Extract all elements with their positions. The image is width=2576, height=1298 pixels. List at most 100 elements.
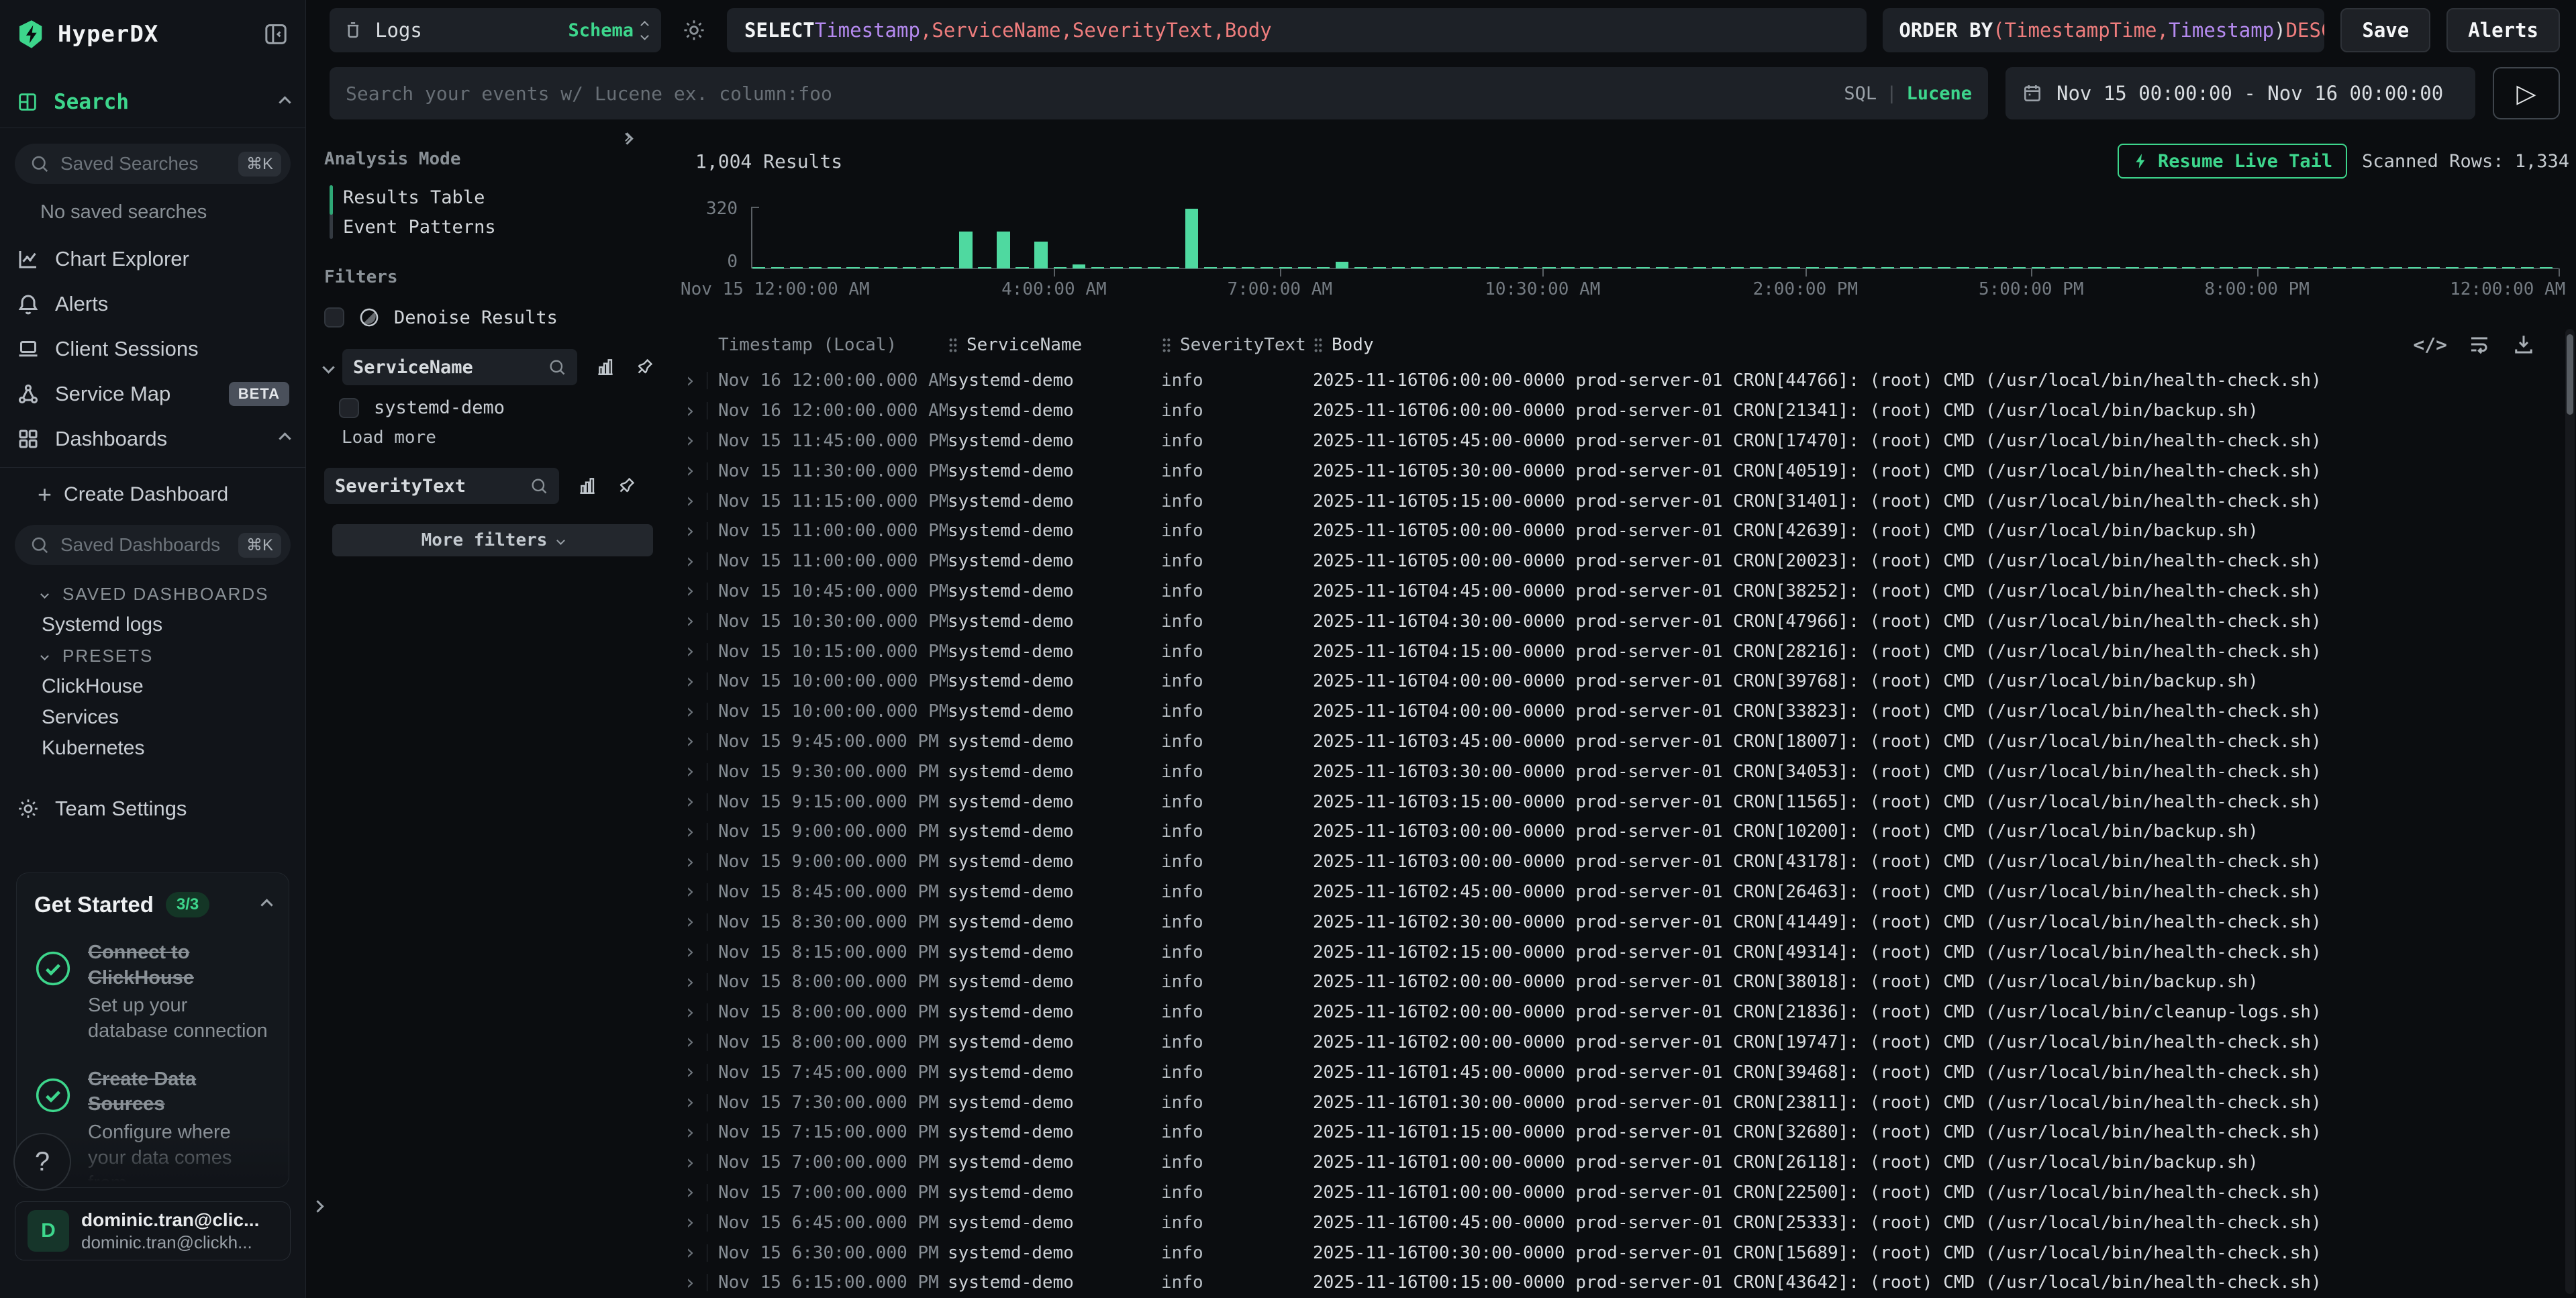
- column-header-timestamp[interactable]: Timestamp (Local): [718, 335, 948, 355]
- histogram-bar[interactable]: [1731, 267, 1744, 269]
- expand-row-icon[interactable]: ›: [684, 1271, 696, 1295]
- histogram-bar[interactable]: [2126, 267, 2138, 269]
- scrollbar-track[interactable]: [2565, 329, 2575, 1294]
- bar-chart-icon[interactable]: [595, 356, 616, 378]
- log-row[interactable]: ›Nov 15 6:45:00.000 PMsystemd-demoinfo20…: [672, 1207, 2565, 1238]
- sql-select-input[interactable]: SELECT Timestamp,ServiceName,SeverityTex…: [727, 8, 1867, 52]
- expand-row-icon[interactable]: ›: [684, 1211, 696, 1234]
- expand-row-icon[interactable]: ›: [684, 640, 696, 663]
- histogram-bar[interactable]: [2521, 267, 2534, 269]
- histogram-bar[interactable]: [2144, 267, 2157, 269]
- column-header-severitytext[interactable]: SeverityText: [1161, 335, 1313, 355]
- histogram-bar[interactable]: [1863, 267, 1875, 269]
- filter-servicename-search[interactable]: ServiceName: [342, 349, 577, 385]
- more-filters-button[interactable]: More filters: [332, 524, 653, 556]
- histogram-bar[interactable]: [922, 267, 934, 269]
- expand-row-icon[interactable]: ›: [684, 579, 696, 603]
- histogram-bar[interactable]: [1844, 267, 1856, 269]
- histogram-bar[interactable]: [1787, 267, 1800, 269]
- histogram-plot[interactable]: Nov 15 12:00:00 AM4:00:00 AM7:00:00 AM10…: [751, 207, 2559, 268]
- chevron-up-icon[interactable]: [279, 96, 291, 108]
- log-row[interactable]: ›Nov 15 7:45:00.000 PMsystemd-demoinfo20…: [672, 1057, 2565, 1087]
- section-header-presets[interactable]: PRESETS: [0, 640, 305, 671]
- histogram-bar[interactable]: [790, 267, 803, 269]
- histogram-bar[interactable]: [865, 267, 878, 269]
- log-row[interactable]: ›Nov 15 8:00:00.000 PMsystemd-demoinfo20…: [672, 1028, 2565, 1058]
- get-started-header[interactable]: Get Started 3/3: [34, 892, 271, 917]
- log-row[interactable]: ›Nov 15 10:00:00.000 PMsystemd-demoinfo2…: [672, 697, 2565, 727]
- histogram-bar[interactable]: [2238, 267, 2251, 269]
- log-row[interactable]: ›Nov 15 6:15:00.000 PMsystemd-demoinfo20…: [672, 1268, 2565, 1298]
- histogram-bar[interactable]: [1636, 267, 1649, 269]
- histogram-bar[interactable]: [809, 267, 822, 269]
- log-row[interactable]: ›Nov 15 11:00:00.000 PMsystemd-demoinfo2…: [672, 546, 2565, 577]
- histogram-bar[interactable]: [2107, 267, 2120, 269]
- expand-row-icon[interactable]: ›: [684, 880, 696, 903]
- histogram-bar[interactable]: [1975, 267, 1988, 269]
- log-row[interactable]: ›Nov 15 11:30:00.000 PMsystemd-demoinfo2…: [672, 456, 2565, 486]
- histogram-bar[interactable]: [1524, 267, 1536, 269]
- column-header-body[interactable]: Body: [1313, 335, 2529, 355]
- expand-row-icon[interactable]: ›: [684, 700, 696, 723]
- checkbox[interactable]: [339, 398, 359, 418]
- histogram-bar[interactable]: [1467, 267, 1480, 269]
- schema-toggle[interactable]: Schema: [568, 20, 648, 41]
- histogram-bar[interactable]: [752, 267, 765, 269]
- histogram-bar[interactable]: [1279, 267, 1292, 269]
- section-header-saved-dashboards[interactable]: SAVED DASHBOARDS: [0, 579, 305, 609]
- sidebar-item-team-settings[interactable]: Team Settings: [0, 791, 305, 827]
- expand-row-icon[interactable]: ›: [684, 670, 696, 693]
- sidebar-item-alerts[interactable]: Alerts: [0, 281, 305, 326]
- saved-dashboards-field[interactable]: [60, 534, 238, 556]
- histogram-bar[interactable]: [1994, 267, 2007, 269]
- histogram-bar[interactable]: [1242, 267, 1254, 269]
- sidebar-item-systemd-logs[interactable]: Systemd logs: [0, 609, 305, 640]
- filter-value-systemd-demo[interactable]: systemd-demo: [339, 397, 666, 418]
- histogram-bar[interactable]: [1806, 267, 1819, 269]
- expand-row-icon[interactable]: ›: [684, 790, 696, 813]
- histogram-bar[interactable]: [1167, 267, 1179, 269]
- expand-row-icon[interactable]: ›: [684, 1181, 696, 1204]
- histogram-bar[interactable]: [2333, 267, 2346, 269]
- log-row[interactable]: ›Nov 15 8:00:00.000 PMsystemd-demoinfo20…: [672, 997, 2565, 1028]
- histogram-bar[interactable]: [1881, 267, 1894, 269]
- pin-icon[interactable]: [615, 475, 637, 497]
- histogram-bar[interactable]: [1618, 267, 1630, 269]
- histogram-bar[interactable]: [1015, 267, 1028, 269]
- histogram-bar[interactable]: [2540, 267, 2553, 269]
- expand-row-icon[interactable]: ›: [684, 760, 696, 783]
- histogram-bar[interactable]: [1919, 267, 1932, 269]
- histogram-bar[interactable]: [1938, 267, 1950, 269]
- histogram-bar[interactable]: [2408, 267, 2421, 269]
- histogram-bar[interactable]: [1223, 267, 1236, 269]
- log-row[interactable]: ›Nov 15 9:15:00.000 PMsystemd-demoinfo20…: [672, 787, 2565, 817]
- histogram-bar[interactable]: [1110, 267, 1123, 269]
- mode-event-patterns[interactable]: Event Patterns: [343, 212, 666, 242]
- drag-handle-icon[interactable]: [1161, 336, 1172, 354]
- histogram-bar[interactable]: [1073, 264, 1085, 268]
- sql-toggle[interactable]: SQL: [1844, 83, 1877, 104]
- event-search-field[interactable]: [346, 83, 1844, 105]
- sidebar-item-chart-explorer[interactable]: Chart Explorer: [0, 236, 305, 281]
- histogram-bar[interactable]: [1260, 267, 1273, 269]
- histogram-bar[interactable]: [959, 232, 972, 268]
- histogram-bar[interactable]: [884, 267, 897, 269]
- expand-row-icon[interactable]: ›: [684, 1030, 696, 1054]
- histogram-bar[interactable]: [1392, 267, 1405, 269]
- histogram-bar[interactable]: [2314, 267, 2327, 269]
- source-selector[interactable]: Logs Schema: [330, 8, 661, 52]
- histogram-bar[interactable]: [1034, 242, 1047, 268]
- histogram-bar[interactable]: [1129, 267, 1142, 269]
- log-row[interactable]: ›Nov 15 10:45:00.000 PMsystemd-demoinfo2…: [672, 577, 2565, 607]
- expand-row-icon[interactable]: ›: [684, 730, 696, 753]
- sidebar-item-dashboards[interactable]: Dashboards: [0, 416, 305, 461]
- run-query-button[interactable]: ▷: [2493, 67, 2560, 119]
- load-more-button[interactable]: Load more: [342, 428, 666, 448]
- histogram-bar[interactable]: [1561, 267, 1574, 269]
- histogram-bar[interactable]: [2032, 267, 2044, 269]
- log-row[interactable]: ›Nov 15 11:00:00.000 PMsystemd-demoinfo2…: [672, 516, 2565, 546]
- histogram-bar[interactable]: [1430, 267, 1442, 269]
- saved-dashboards-input[interactable]: ⌘K: [15, 525, 291, 565]
- histogram-bar[interactable]: [2465, 267, 2477, 269]
- expand-row-icon[interactable]: ›: [684, 910, 696, 934]
